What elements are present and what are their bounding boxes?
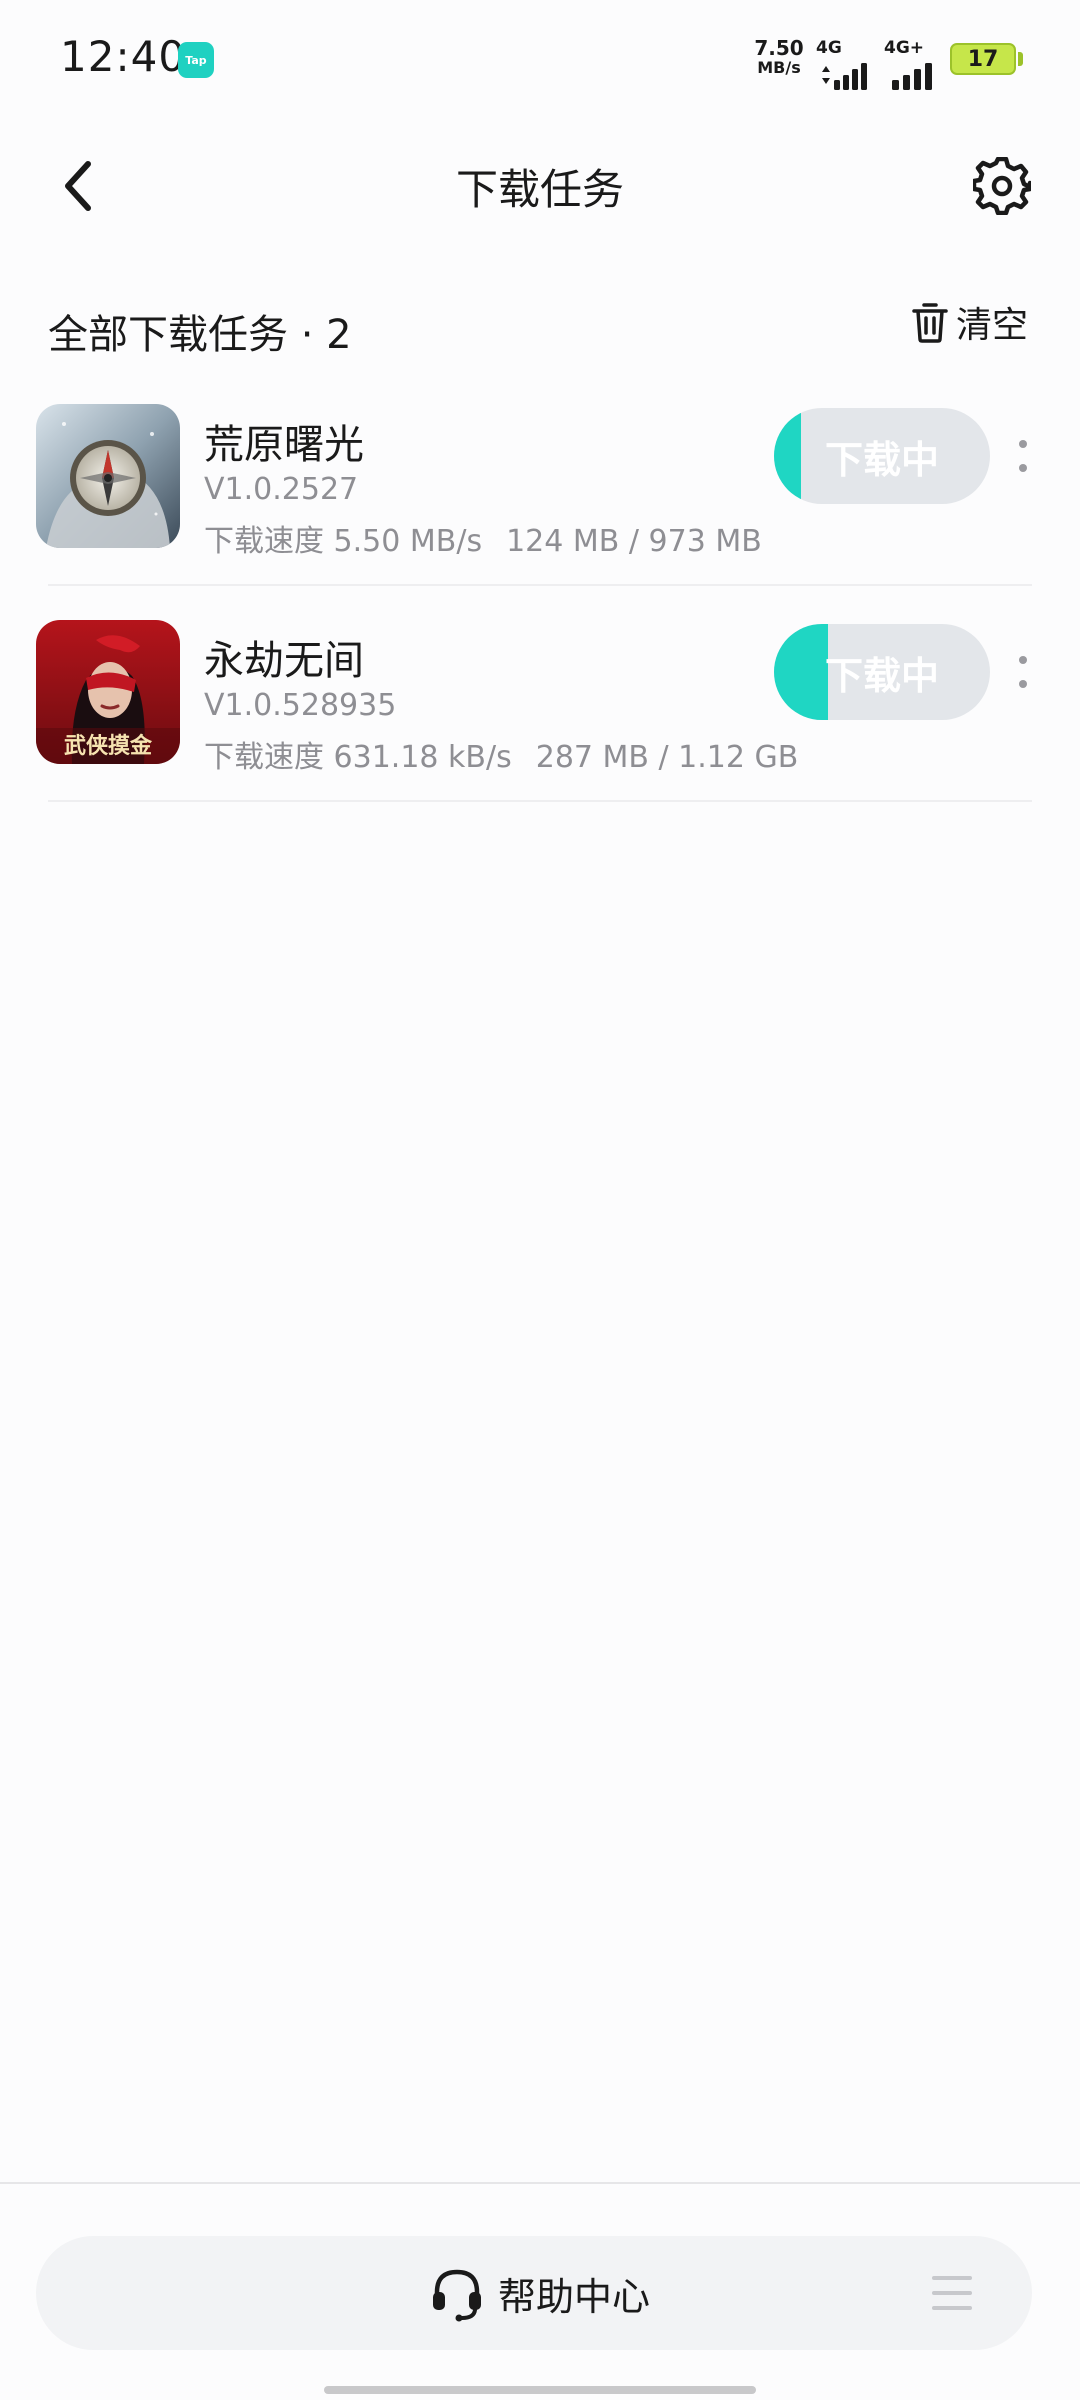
gear-icon (973, 157, 1031, 215)
help-bar: 帮助中心 (36, 2236, 1032, 2350)
list-divider (48, 800, 1032, 802)
download-speed: 下载速度 5.50 MB/s (204, 524, 483, 559)
download-stats: 下载速度 631.18 kB/s 287 MB / 1.12 GB (204, 732, 798, 776)
trash-icon (912, 303, 948, 343)
network-speed-value: 7.50 (754, 36, 804, 60)
compass-game-art (36, 404, 180, 548)
section-title: 全部下载任务 · 2 (48, 312, 352, 358)
download-status-label: 下载中 (824, 437, 939, 482)
more-dot (1019, 464, 1027, 472)
download-size: 287 MB / 1.12 GB (535, 740, 799, 775)
clear-all-button[interactable]: 清空 (912, 294, 1028, 350)
warrior-game-icon[interactable]: 武侠摸金 (36, 620, 180, 764)
home-indicator[interactable] (324, 2386, 756, 2394)
taptap-notification-icon: Tap (178, 42, 214, 78)
download-tasks-screen: 12:40 Tap 7.50 MB/s 4G 4G+ 17 下载任务 全部下载任… (0, 0, 1080, 2400)
menu-line (932, 2276, 972, 2280)
signal-type-label: 4G (816, 38, 842, 58)
signal-bars-icon (822, 63, 867, 90)
headset-icon (433, 2269, 481, 2322)
more-options-button[interactable] (1010, 434, 1036, 478)
more-dot (1019, 656, 1027, 664)
download-stats: 下载速度 5.50 MB/s 124 MB / 973 MB (204, 516, 762, 560)
download-item[interactable]: 荒原曙光 V1.0.2527 下载速度 5.50 MB/s 124 MB / 97… (0, 404, 1080, 620)
bottom-divider (0, 2182, 1080, 2184)
help-center-button[interactable]: 帮助中心 (428, 2264, 650, 2322)
status-bar: 12:40 Tap 7.50 MB/s 4G 4G+ 17 (0, 0, 1080, 120)
game-name: 荒原曙光 (204, 422, 364, 468)
signal-type-2-label: 4G+ (884, 38, 925, 58)
game-version: V1.0.528935 (204, 688, 397, 723)
download-size: 124 MB / 973 MB (506, 524, 762, 559)
battery-nub (1018, 52, 1023, 66)
battery-icon: 17 (950, 43, 1016, 75)
page-title: 下载任务 (455, 165, 624, 214)
download-progress-button[interactable]: 下载中 (774, 408, 990, 504)
game-icon-caption: 武侠摸金 (63, 733, 152, 759)
clear-all-label: 清空 (956, 305, 1029, 346)
download-item[interactable]: 武侠摸金 永劫无间 V1.0.528935 下载速度 631.18 kB/s 28… (0, 620, 1080, 836)
menu-line (932, 2291, 972, 2295)
compass-game-icon[interactable] (36, 404, 180, 548)
more-options-button[interactable] (1010, 650, 1036, 694)
list-divider (48, 584, 1032, 586)
more-dot (1019, 440, 1027, 448)
status-time: 12:40 (60, 32, 187, 81)
download-status-label: 下载中 (824, 653, 939, 698)
download-speed: 下载速度 631.18 kB/s (204, 740, 512, 775)
game-version: V1.0.2527 (204, 472, 359, 507)
menu-line (932, 2306, 972, 2310)
download-progress-button[interactable]: 下载中 (774, 624, 990, 720)
network-speed: 7.50 MB/s (752, 38, 806, 76)
more-dot (1019, 680, 1027, 688)
battery-level: 17 (967, 46, 999, 72)
hamburger-menu-icon[interactable] (932, 2276, 972, 2310)
settings-button[interactable] (968, 150, 1036, 222)
network-speed-unit: MB/s (757, 58, 801, 77)
signal-bars-2-icon (892, 63, 932, 90)
help-center-label: 帮助中心 (498, 2274, 651, 2319)
game-name: 永劫无间 (204, 638, 364, 684)
